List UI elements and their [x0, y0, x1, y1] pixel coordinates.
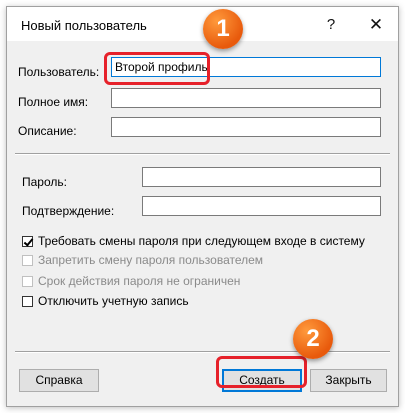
separator: [15, 351, 390, 353]
separator: [15, 153, 390, 155]
checkbox-checked[interactable]: [22, 235, 34, 247]
checkbox-disabled: [22, 254, 33, 266]
fullname-label: Полное имя:: [18, 95, 89, 109]
help-button[interactable]: Справка: [19, 369, 99, 392]
fullname-field[interactable]: [111, 88, 381, 108]
option-cannot-change-password: Запретить смену пароля пользователем: [22, 252, 263, 268]
step-2-badge: 2: [293, 319, 333, 359]
checkbox-unchecked[interactable]: [22, 295, 33, 307]
option-password-never-expires: Срок действия пароля не ограничен: [22, 273, 240, 289]
option-label: Отключить учетную запись: [38, 294, 189, 308]
checkbox-disabled: [22, 275, 33, 287]
option-label: Запретить смену пароля пользователем: [38, 253, 264, 267]
confirm-label: Подтверждение:: [22, 204, 115, 218]
option-label: Срок действия пароля не ограничен: [38, 274, 241, 288]
description-field[interactable]: [111, 117, 381, 137]
option-must-change-password[interactable]: Требовать смены пароля при следующем вхо…: [22, 233, 365, 249]
password-field[interactable]: [142, 167, 381, 187]
close-button[interactable]: Закрыть: [310, 369, 387, 392]
option-label: Требовать смены пароля при следующем вхо…: [38, 234, 365, 248]
confirm-password-field[interactable]: [142, 196, 381, 216]
step-1-badge: 1: [203, 9, 243, 49]
description-label: Описание:: [18, 124, 77, 138]
help-icon[interactable]: ?: [317, 13, 345, 37]
highlight-username: [104, 52, 210, 85]
close-icon[interactable]: ✕: [362, 13, 390, 37]
username-label: Пользователь:: [18, 65, 100, 79]
option-account-disabled[interactable]: Отключить учетную запись: [22, 293, 189, 309]
check-mark-icon: [23, 235, 34, 247]
dialog-title: Новый пользователь: [21, 18, 147, 33]
highlight-create-button: [216, 356, 307, 388]
password-label: Пароль:: [22, 175, 67, 189]
